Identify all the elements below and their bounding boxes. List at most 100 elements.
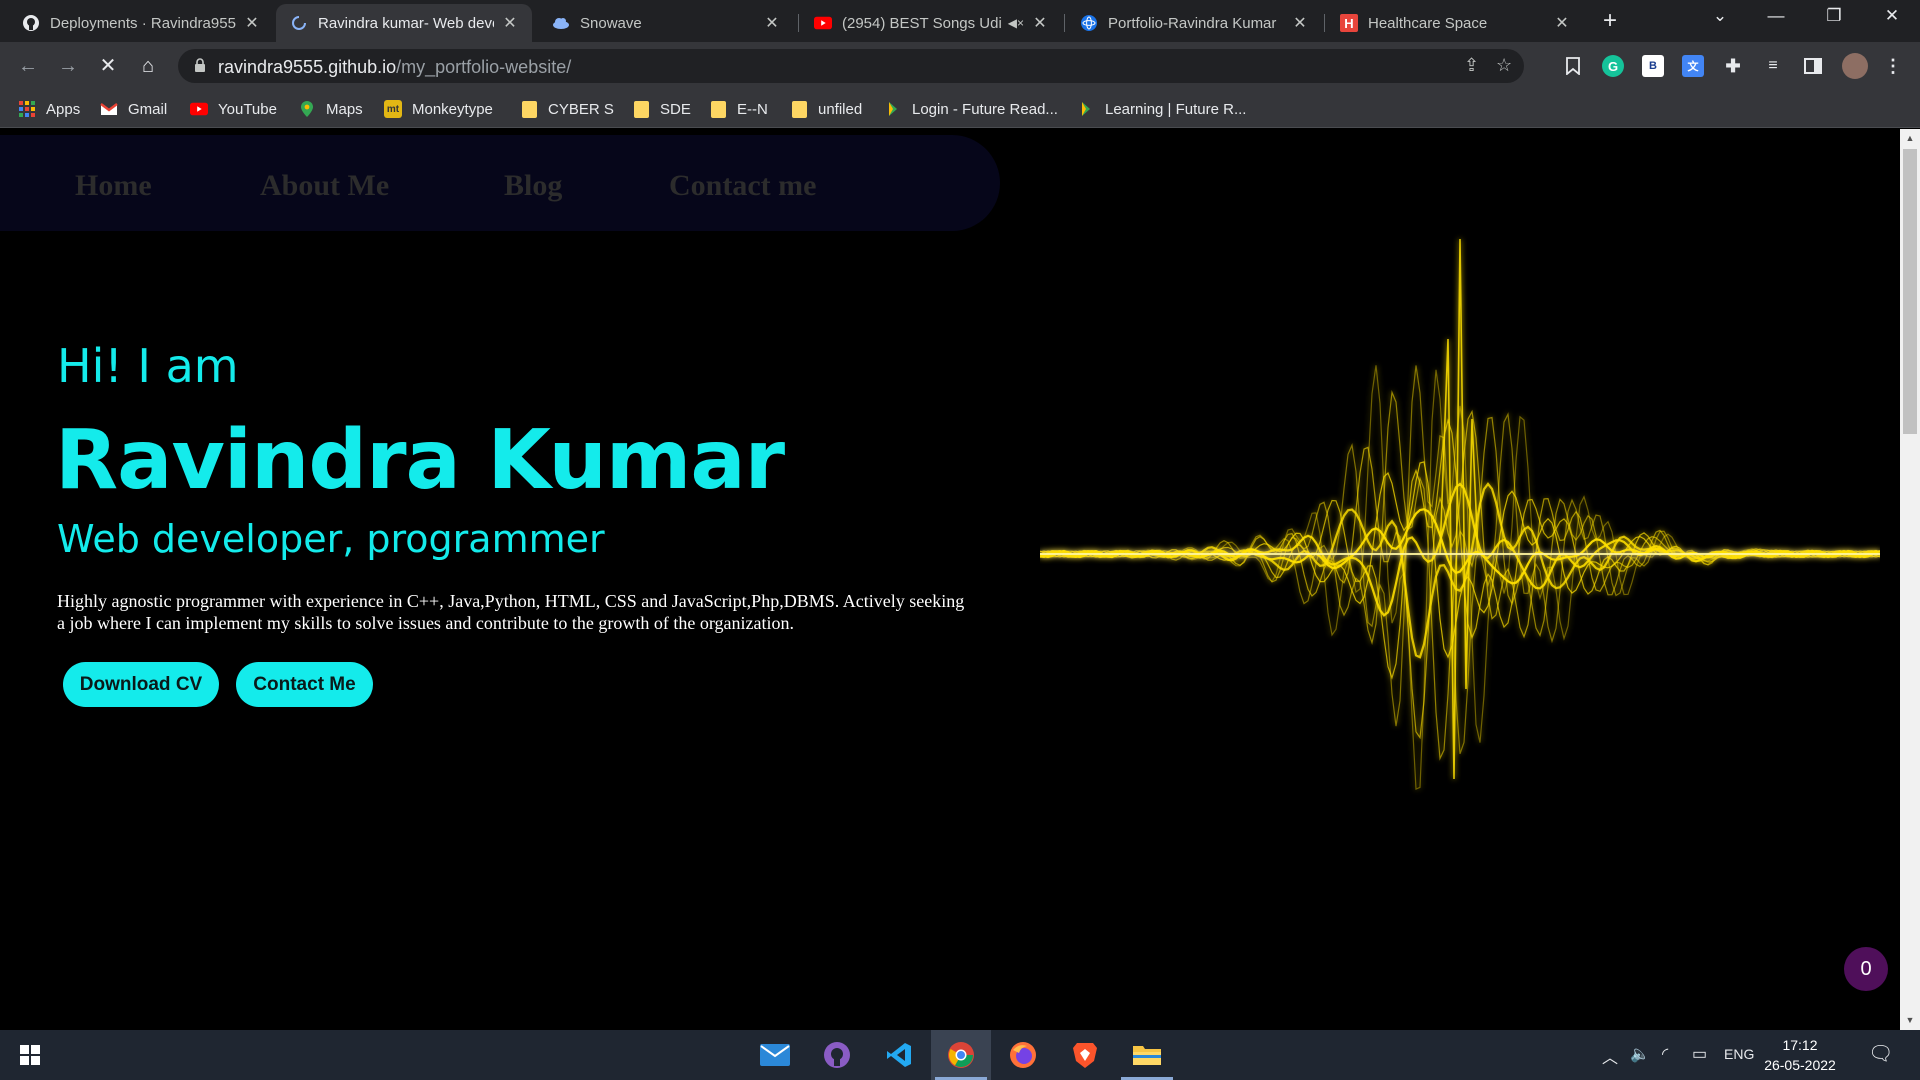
address-bar[interactable]: ravindra9555.github.io/my_portfolio-webs… <box>178 49 1524 83</box>
back-arrow-icon[interactable]: ← <box>12 50 44 82</box>
windows-taskbar: ︿ 🔈 ◜ ▭ ENG 17:12 26-05-2022 🗨 <box>0 1030 1920 1080</box>
close-icon[interactable]: ✕ <box>1290 13 1310 33</box>
tab-portfolio-react[interactable]: Portfolio-Ravindra Kumar ✕ <box>1066 4 1322 42</box>
grammarly-icon[interactable]: G <box>1602 55 1624 77</box>
github-icon <box>22 14 40 32</box>
tab-healthcare[interactable]: H Healthcare Space ✕ <box>1326 4 1584 42</box>
bookmark-star-icon[interactable]: ☆ <box>1496 55 1512 76</box>
tab-portfolio-active[interactable]: Ravindra kumar- Web developer ✕ <box>276 4 532 42</box>
bookmark-label: SDE <box>660 100 691 118</box>
clock-date: 26-05-2022 <box>1764 1057 1836 1073</box>
bookmark-monkeytype[interactable]: mt Monkeytype <box>384 99 493 119</box>
contact-me-button[interactable]: Contact Me <box>236 662 373 707</box>
wifi-icon[interactable]: ◜ <box>1662 1044 1668 1064</box>
brave-icon[interactable] <box>1055 1030 1115 1080</box>
windows-start-icon[interactable] <box>0 1030 60 1080</box>
battery-icon[interactable]: ▭ <box>1692 1044 1707 1064</box>
tab-title: Snowave <box>580 14 642 32</box>
scroll-up-arrow-icon[interactable]: ▲ <box>1904 133 1916 143</box>
tab-separator <box>798 14 799 32</box>
future-ready-icon <box>1077 100 1095 118</box>
language-indicator[interactable]: ENG <box>1724 1046 1754 1062</box>
wave-stroke <box>1040 365 1880 791</box>
speaker-muted-icon[interactable]: ◀× <box>1008 16 1024 30</box>
close-icon[interactable]: ✕ <box>500 13 520 33</box>
wave-stroke <box>1040 409 1880 740</box>
wave-stroke <box>1040 390 1880 761</box>
bookmark-folder-unfiled[interactable]: unfiled <box>790 99 862 119</box>
close-icon[interactable]: ✕ <box>1552 13 1572 33</box>
restore-icon[interactable]: ❐ <box>1814 6 1854 26</box>
profile-avatar-icon[interactable] <box>1842 53 1868 79</box>
system-clock[interactable]: 17:12 26-05-2022 <box>1760 1035 1840 1075</box>
site-navbar: Home About Me Blog Contact me <box>0 135 1000 231</box>
bookmark-gmail[interactable]: Gmail <box>100 99 167 119</box>
bookmark-apps[interactable]: Apps <box>18 99 80 119</box>
folder-icon <box>520 100 538 118</box>
bookmark-folder-sde[interactable]: SDE <box>632 99 691 119</box>
url-text[interactable]: ravindra9555.github.io/my_portfolio-webs… <box>218 57 571 78</box>
bookmark-maps[interactable]: Maps <box>298 99 363 119</box>
menu-kebab-icon[interactable]: ⋮ <box>1882 55 1904 77</box>
close-icon[interactable]: ✕ <box>762 13 782 33</box>
nav-about-link[interactable]: About Me <box>260 169 389 203</box>
new-tab-plus-icon[interactable]: + <box>1596 8 1624 36</box>
bookmark-folder-en[interactable]: E--N <box>709 99 768 119</box>
nav-home-link[interactable]: Home <box>75 169 152 203</box>
extension-b-icon[interactable]: B <box>1642 55 1664 77</box>
tab-title: Healthcare Space <box>1368 14 1488 32</box>
window-close-icon[interactable]: ✕ <box>1872 6 1912 26</box>
forward-arrow-icon[interactable]: → <box>52 50 84 82</box>
close-icon[interactable]: ✕ <box>1030 13 1050 33</box>
lock-icon <box>194 58 206 78</box>
tab-separator <box>1324 14 1325 32</box>
volume-icon[interactable]: 🔈 <box>1630 1044 1650 1064</box>
clock-time: 17:12 <box>1782 1037 1818 1053</box>
extensions-puzzle-icon[interactable]: ✚ <box>1722 55 1744 77</box>
github-desktop-icon[interactable] <box>807 1030 867 1080</box>
tab-strip: Deployments · Ravindra9555/my_portfolio-… <box>0 0 1920 42</box>
tab-search-chevron-icon[interactable]: ⌄ <box>1700 6 1740 26</box>
url-host: ravindra9555.github.io <box>218 57 397 77</box>
wave-stroke <box>1040 365 1880 754</box>
tab-separator <box>1064 14 1065 32</box>
download-cv-button[interactable]: Download CV <box>63 662 219 707</box>
notification-center-icon[interactable]: 🗨 <box>1868 1041 1893 1066</box>
file-explorer-icon[interactable] <box>1117 1030 1177 1080</box>
home-icon[interactable]: ⌂ <box>132 50 164 82</box>
reading-list-bookmark-icon[interactable] <box>1562 55 1584 77</box>
url-path: /my_portfolio-website/ <box>396 57 572 77</box>
firefox-icon[interactable] <box>993 1030 1053 1080</box>
page-scrollbar[interactable]: ▲ ▼ <box>1900 129 1920 1030</box>
bookmark-label: Login - Future Read... <box>912 100 1058 118</box>
hero-greeting: Hi! I am <box>57 339 239 393</box>
bookmark-label: unfiled <box>818 100 863 118</box>
stop-loading-icon[interactable]: ✕ <box>92 50 124 82</box>
bookmark-login-future-ready[interactable]: Login - Future Read... <box>884 99 1058 119</box>
notification-counter-badge[interactable]: 0 <box>1844 947 1888 991</box>
bookmark-youtube[interactable]: YouTube <box>190 99 277 119</box>
translate-icon[interactable]: 文 <box>1682 55 1704 77</box>
vscode-icon[interactable] <box>869 1030 929 1080</box>
minimize-icon[interactable]: — <box>1756 6 1796 26</box>
bookmark-folder-cyber[interactable]: CYBER S <box>520 99 614 119</box>
chrome-icon[interactable] <box>931 1030 991 1080</box>
show-hidden-icons-chevron-icon[interactable]: ︿ <box>1602 1044 1618 1068</box>
media-queue-icon[interactable]: ≡ <box>1762 55 1784 77</box>
folder-icon <box>632 100 650 118</box>
scroll-down-arrow-icon[interactable]: ▼ <box>1904 1015 1916 1025</box>
nav-contact-link[interactable]: Contact me <box>669 169 816 203</box>
youtube-icon <box>190 100 208 118</box>
share-icon[interactable]: ⇪ <box>1464 55 1479 76</box>
nav-blog-link[interactable]: Blog <box>504 169 562 203</box>
scrollbar-thumb[interactable] <box>1903 149 1917 434</box>
side-panel-icon[interactable] <box>1802 55 1824 77</box>
tab-youtube-songs[interactable]: (2954) BEST Songs Udit Narayan ◀× ✕ <box>800 4 1062 42</box>
close-icon[interactable]: ✕ <box>242 13 262 33</box>
tab-snowave[interactable]: Snowave ✕ <box>538 4 794 42</box>
mail-icon[interactable] <box>745 1030 805 1080</box>
bookmark-learning-future-ready[interactable]: Learning | Future R... <box>1077 99 1246 119</box>
tab-deployments[interactable]: Deployments · Ravindra9555/my_portfolio-… <box>8 4 274 42</box>
apps-grid-icon <box>18 100 36 118</box>
cloud-icon <box>552 14 570 32</box>
